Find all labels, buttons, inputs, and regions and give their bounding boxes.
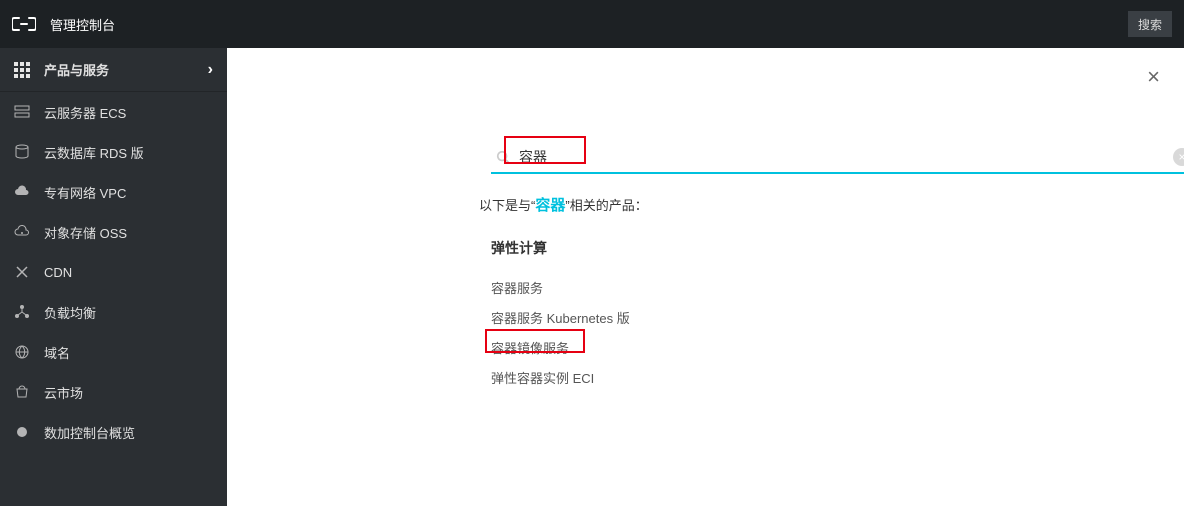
product-label: 容器服务 [491,278,543,297]
sidebar-item-label: 负载均衡 [44,303,96,322]
desc-post: ”相关的产品： [565,198,647,213]
search-result-desc: 以下是与“容器”相关的产品： [479,194,648,215]
sidebar-item-label: CDN [44,265,72,280]
sidebar-item-label: 域名 [44,343,70,362]
sidebar-item-label: 云服务器 ECS [44,103,126,122]
sidebar-item-label: 云市场 [44,383,83,402]
circle-icon [14,424,30,440]
sidebar-item-vpc[interactable]: 专有网络 VPC [0,172,227,212]
product-search: × [491,142,1184,174]
sidebar-item-cdn[interactable]: CDN [0,252,227,292]
sidebar-item-rds[interactable]: 云数据库 RDS 版 [0,132,227,172]
sidebar-item-ecs[interactable]: 云服务器 ECS [0,92,227,132]
topbar: 管理控制台 搜索 [0,0,1184,48]
sidebar-item-domain[interactable]: 域名 [0,332,227,372]
product-search-input[interactable] [511,149,1173,165]
product-label: 容器服务 Kubernetes 版 [491,308,630,327]
topbar-left: 管理控制台 [12,15,115,34]
header-search-button[interactable]: 搜索 [1128,11,1172,37]
market-icon [14,384,30,400]
sidebar-item-label: 专有网络 VPC [44,183,126,202]
chevron-right-icon: › [208,61,213,79]
sidebar-item-label: 对象存储 OSS [44,223,127,242]
cdn-icon [14,264,30,280]
load-balance-icon [14,304,30,320]
clear-icon[interactable]: × [1173,148,1184,166]
cloud-storage-icon [14,224,30,240]
sidebar-item-label: 云数据库 RDS 版 [44,143,144,162]
sidebar-item-label: 数加控制台概览 [44,423,135,442]
product-item[interactable]: 容器服务 Kubernetes 版 [491,302,630,332]
content: × × 以下是与“容器”相关的产品： 弹性计算 容器服务 容器服务 Kubern… [227,48,1184,506]
sidebar: 产品与服务 › 云服务器 ECS 云数据库 RDS 版 专有网络 VPC 对象存… [0,48,227,506]
sidebar-item-market[interactable]: 云市场 [0,372,227,412]
console-title: 管理控制台 [50,15,115,34]
product-item[interactable]: 弹性容器实例 ECI [491,362,630,392]
server-icon [14,104,30,120]
product-item[interactable]: 容器服务 [491,272,630,302]
sidebar-item-dataplus[interactable]: 数加控制台概览 [0,412,227,452]
database-icon [14,144,30,160]
cloud-lock-icon [14,184,30,200]
sidebar-products[interactable]: 产品与服务 › [0,48,227,92]
sidebar-item-oss[interactable]: 对象存储 OSS [0,212,227,252]
grid-icon [14,62,30,78]
close-icon[interactable]: × [1147,66,1160,88]
product-list: 容器服务 容器服务 Kubernetes 版 容器镜像服务 弹性容器实例 ECI [491,272,630,392]
product-label: 容器镜像服务 [491,338,569,357]
sidebar-products-label: 产品与服务 [44,60,194,79]
brand-logo [12,16,36,32]
sidebar-item-slb[interactable]: 负载均衡 [0,292,227,332]
product-label: 弹性容器实例 ECI [491,368,594,387]
desc-pre: 以下是与“ [479,198,535,213]
globe-icon [14,344,30,360]
product-item[interactable]: 容器镜像服务 [491,332,630,362]
desc-keyword: 容器 [535,197,565,214]
search-icon [495,149,511,165]
section-title: 弹性计算 [491,238,547,258]
